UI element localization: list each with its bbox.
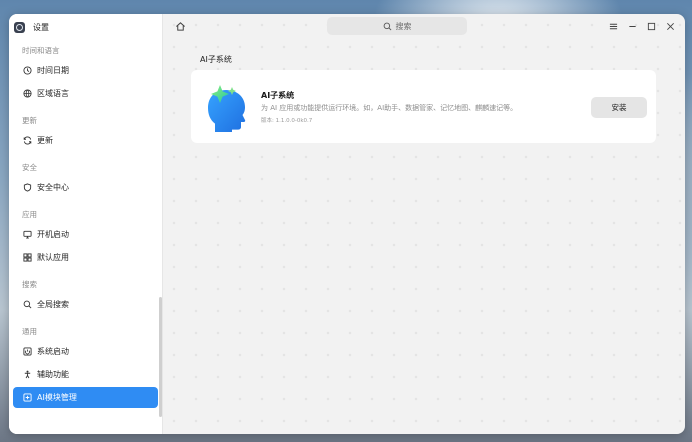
search-icon: [383, 22, 391, 30]
card-title: AI子系统: [261, 91, 295, 100]
main-content: 搜索 AI子系统 AI子系统 为 AI 应用或功能提供运行环境。如，AI助手、数…: [163, 14, 685, 434]
maximize-button[interactable]: [645, 20, 657, 32]
clock-icon: [22, 66, 32, 76]
sidebar-item-accessibility[interactable]: 辅助功能: [13, 364, 158, 385]
sidebar-item-label: 系统启动: [37, 347, 69, 356]
sidebar-item-default-apps[interactable]: 默认应用: [13, 247, 158, 268]
sidebar-scrollbar[interactable]: [159, 297, 162, 417]
card-version: 版本: 1.1.0.0-0k0.7: [261, 118, 313, 124]
sidebar-item-label: AI模块管理: [37, 393, 77, 402]
globe-icon: [22, 89, 32, 99]
search-placeholder: 搜索: [395, 21, 412, 31]
sidebar-item-label: 开机启动: [37, 230, 69, 239]
sidebar-item-date-time[interactable]: 时间日期: [13, 60, 158, 81]
sidebar-item-label: 区域语言: [37, 89, 69, 98]
sidebar-item-label: 默认应用: [37, 253, 69, 262]
maximize-icon: [647, 22, 655, 30]
app-header: 设置: [9, 14, 162, 40]
sidebar-item-label: 安全中心: [37, 183, 69, 192]
shield-icon: [22, 183, 32, 193]
home-button[interactable]: [175, 21, 186, 32]
power-box-icon: [22, 347, 32, 357]
menu-icon: [609, 23, 617, 29]
group-title-security: 安全: [22, 163, 37, 172]
close-button[interactable]: [664, 20, 676, 32]
group-title-search: 搜索: [22, 280, 37, 289]
settings-app-icon: [14, 21, 25, 33]
group-title-update: 更新: [22, 116, 37, 125]
home-icon: [176, 22, 185, 31]
ai-head-logo-icon: [208, 85, 246, 132]
refresh-icon: [22, 136, 32, 146]
sidebar-item-global-search[interactable]: 全局搜索: [13, 294, 158, 315]
sidebar-item-update[interactable]: 更新: [13, 130, 158, 151]
group-title-apps: 应用: [22, 210, 37, 219]
ai-subsystem-card: AI子系统 为 AI 应用或功能提供运行环境。如，AI助手、数据管家、记忆地图、…: [191, 70, 656, 143]
monitor-icon: [22, 230, 32, 240]
search-input[interactable]: 搜索: [327, 17, 467, 35]
sidebar-item-label: 辅助功能: [37, 370, 69, 379]
sidebar-item-region-language[interactable]: 区域语言: [13, 83, 158, 104]
sidebar-item-label: 时间日期: [37, 66, 69, 75]
close-icon: [666, 22, 674, 30]
sidebar-item-ai-module-management[interactable]: AI模块管理: [13, 387, 158, 408]
group-title-general: 通用: [22, 327, 37, 336]
search-icon: [22, 300, 32, 310]
group-title-time-language: 时间和语言: [22, 46, 60, 55]
sidebar-item-system-boot[interactable]: 系统启动: [13, 341, 158, 362]
install-button[interactable]: 安装: [591, 97, 647, 118]
settings-window: 设置 时间和语言 时间日期 区域语言 更新 更新 安全 安全中心 应用 开机启动…: [9, 14, 685, 434]
sidebar: 设置 时间和语言 时间日期 区域语言 更新 更新 安全 安全中心 应用 开机启动…: [9, 14, 163, 434]
accessibility-icon: [22, 370, 32, 380]
minimize-icon: [628, 25, 636, 27]
menu-button[interactable]: [607, 20, 619, 32]
minimize-button[interactable]: [626, 20, 638, 32]
sidebar-item-security-center[interactable]: 安全中心: [13, 177, 158, 198]
sidebar-item-label: 全局搜索: [37, 300, 69, 309]
sidebar-item-label: 更新: [37, 136, 53, 145]
card-description: 为 AI 应用或功能提供运行环境。如，AI助手、数据管家、记忆地图、麒麟速记等。: [261, 104, 518, 112]
grid-icon: [22, 253, 32, 263]
sidebar-item-startup-apps[interactable]: 开机启动: [13, 224, 158, 245]
app-title: 设置: [33, 22, 49, 32]
ai-module-icon: [22, 393, 32, 403]
section-title: AI子系统: [200, 55, 232, 64]
topbar: 搜索: [163, 14, 685, 40]
